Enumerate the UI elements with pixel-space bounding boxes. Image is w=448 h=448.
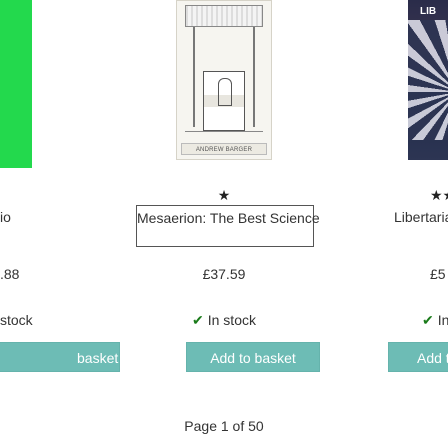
- stock-status: ✔ In stock: [124, 311, 324, 329]
- cover-emblem: [203, 71, 245, 131]
- check-icon: ✔: [192, 312, 204, 328]
- stock-status: stock: [0, 311, 124, 329]
- cover-title-text: LIB: [420, 6, 437, 17]
- product-card: io .88 stock basket: [0, 0, 124, 372]
- star-rating: ★: [124, 188, 324, 202]
- book-cover-image[interactable]: LIB: [408, 0, 448, 160]
- stock-text: In stock: [207, 312, 256, 328]
- pagination-current: Page 1 of 50: [184, 418, 264, 434]
- product-price: £37.59: [202, 266, 246, 282]
- product-price: .88: [0, 266, 20, 282]
- product-grid: io .88 stock basket ANDREW BARGER ★ Mesa…: [0, 0, 448, 400]
- product-card: ANDREW BARGER ★ Mesaerion: The Best Scie…: [124, 0, 324, 372]
- cover-author-text: ANDREW BARGER: [181, 143, 267, 155]
- cover-decoration: [185, 5, 263, 27]
- product-title[interactable]: Libertarianism: [324, 207, 448, 227]
- product-listing-page: io .88 stock basket ANDREW BARGER ★ Mesa…: [0, 0, 448, 448]
- cover-decoration: [185, 131, 263, 140]
- star-icon: ★: [217, 187, 231, 203]
- product-title[interactable]: io: [0, 207, 124, 227]
- cover-decoration: [253, 27, 255, 127]
- stock-text: stock: [0, 312, 33, 328]
- book-cover-image[interactable]: [0, 0, 32, 168]
- book-cover-image[interactable]: ANDREW BARGER: [176, 0, 272, 160]
- product-card: LIB ★★ Libertarianism £5 ✔In Add to: [324, 0, 448, 372]
- star-rating: ★★: [324, 188, 448, 202]
- check-icon: ✔: [422, 312, 434, 328]
- star-icon: ★★: [430, 187, 448, 203]
- add-to-basket-button[interactable]: basket: [0, 342, 120, 372]
- product-title[interactable]: Mesaerion: The Best Science: [136, 205, 320, 247]
- stock-status: ✔ In: [324, 311, 448, 329]
- stock-text: In: [437, 312, 448, 328]
- cover-decoration: [193, 27, 195, 127]
- add-to-basket-button[interactable]: Add to basket: [186, 342, 320, 372]
- cover-decoration: [408, 20, 448, 140]
- product-price: £5: [430, 266, 446, 282]
- add-to-basket-button[interactable]: Add to: [388, 342, 448, 372]
